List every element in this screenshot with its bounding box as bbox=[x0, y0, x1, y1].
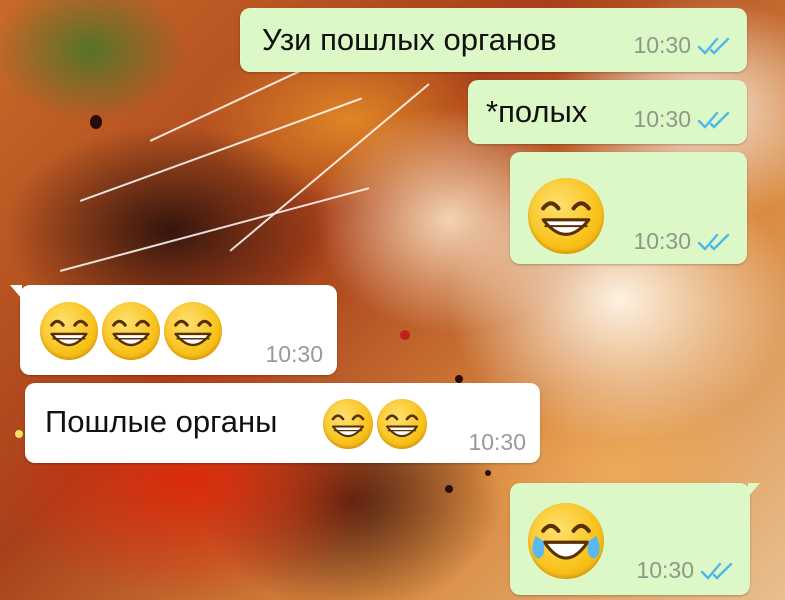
message-text: Пошлые органы bbox=[45, 404, 278, 439]
message-meta: 10:30 bbox=[468, 429, 526, 456]
message-time: 10:30 bbox=[633, 32, 691, 58]
message-meta: 10:30 bbox=[636, 557, 734, 584]
message-meta: 10:30 bbox=[633, 32, 731, 59]
double-check-read-icon bbox=[700, 562, 733, 580]
message-time: 10:30 bbox=[633, 106, 691, 132]
message-meta: 10:30 bbox=[633, 106, 731, 133]
grinning-face-smiling-eyes-icon bbox=[377, 399, 427, 449]
incoming-message[interactable]: 10:30 bbox=[10, 285, 337, 375]
message-time: 10:30 bbox=[633, 228, 691, 254]
grinning-face-smiling-eyes-icon bbox=[528, 178, 604, 254]
message-text: *полых bbox=[486, 94, 588, 129]
face-with-tears-of-joy-icon bbox=[528, 503, 604, 579]
message-meta: 10:30 bbox=[633, 228, 731, 255]
message-meta: 10:30 bbox=[265, 341, 323, 368]
incoming-message[interactable]: Пошлые органы 10:30 bbox=[25, 383, 540, 463]
outgoing-message[interactable]: 10:30 bbox=[510, 483, 760, 595]
double-check-read-icon bbox=[697, 111, 730, 129]
grinning-face-smiling-eyes-icon bbox=[164, 302, 222, 360]
message-time: 10:30 bbox=[265, 341, 323, 367]
message-time: 10:30 bbox=[636, 557, 694, 583]
grinning-face-smiling-eyes-icon bbox=[102, 302, 160, 360]
message-time: 10:30 bbox=[468, 429, 526, 455]
outgoing-message[interactable]: *полых 10:30 bbox=[468, 80, 747, 144]
grinning-face-smiling-eyes-icon bbox=[323, 399, 373, 449]
outgoing-message[interactable]: 10:30 bbox=[510, 152, 747, 264]
grinning-face-smiling-eyes-icon bbox=[40, 302, 98, 360]
outgoing-message[interactable]: Узи пошлых органов 10:30 bbox=[240, 8, 747, 72]
message-text: Узи пошлых органов bbox=[262, 22, 557, 57]
double-check-read-icon bbox=[697, 37, 730, 55]
double-check-read-icon bbox=[697, 233, 730, 251]
